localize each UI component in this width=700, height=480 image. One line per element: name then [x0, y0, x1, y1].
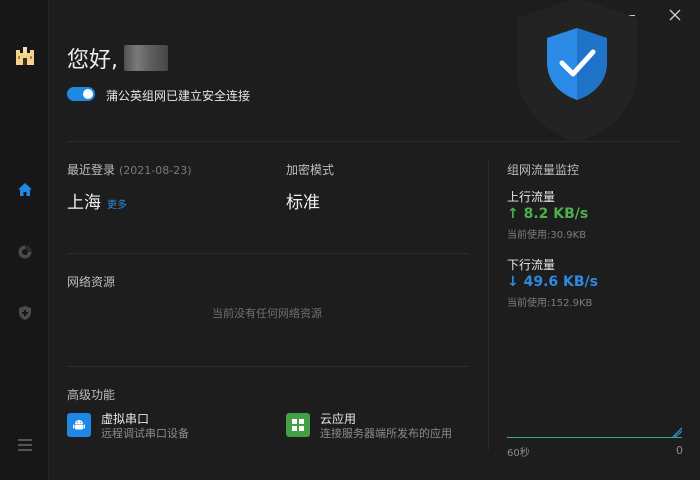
- login-location: 上海 更多: [67, 188, 127, 213]
- main-panel: 您好, 蒲公英组网已建立安全连接 最近登录 (2021-08-23) 上海 更多 加…: [49, 0, 700, 480]
- feature-cloud-app[interactable]: 云应用 连接服务器端所发布的应用: [286, 412, 452, 442]
- sidebar-item-network[interactable]: [0, 237, 49, 267]
- more-link[interactable]: 更多: [107, 200, 127, 211]
- toggle-knob: [83, 89, 93, 99]
- upload-rate-value: 8.2 KB/s: [523, 206, 589, 222]
- graph-axis-left-label: 60秒: [507, 448, 530, 459]
- upload-usage: 当前使用:30.9KB: [507, 230, 587, 241]
- blurred-username: [124, 45, 168, 71]
- feature-desc: 连接服务器端所发布的应用: [320, 427, 452, 440]
- recent-login-date: (2021-08-23): [119, 164, 192, 177]
- sidebar-item-security[interactable]: [0, 298, 49, 328]
- download-rate-value: 49.6 KB/s: [523, 274, 598, 290]
- menu-icon: [17, 439, 32, 451]
- download-label: 下行流量: [507, 258, 556, 272]
- shield-plus-icon: [18, 306, 31, 320]
- greeting-text: 您好,: [67, 48, 118, 73]
- grid-apps-icon: [286, 413, 310, 437]
- android-icon: [67, 413, 91, 437]
- login-location-text: 上海: [67, 193, 101, 213]
- app-window: 您好, 蒲公英组网已建立安全连接 最近登录 (2021-08-23) 上海 更多 加…: [0, 0, 700, 480]
- download-usage: 当前使用:152.9KB: [507, 298, 593, 309]
- traffic-graph: [507, 427, 682, 438]
- encryption-value: 标准: [286, 193, 320, 213]
- sidebar-item-home[interactable]: [0, 175, 49, 205]
- feature-title: 虚拟串口: [101, 412, 150, 426]
- graph-axis-right-label: 0: [676, 444, 683, 457]
- divider: [67, 253, 469, 254]
- feature-title: 云应用: [320, 412, 357, 426]
- traffic-monitor-title: 组网流量监控: [507, 163, 580, 177]
- feature-desc: 远程调试串口设备: [101, 427, 189, 440]
- castle-logo-icon[interactable]: [0, 41, 49, 71]
- divider-vertical: [488, 160, 489, 450]
- download-rate: ↓ 49.6 KB/s: [507, 274, 598, 290]
- upload-rate: ↑ 8.2 KB/s: [507, 206, 588, 222]
- recent-login-label: 最近登录 (2021-08-23): [67, 161, 192, 178]
- network-resources-label: 网络资源: [67, 275, 116, 289]
- up-arrow-icon: ↑: [507, 206, 519, 222]
- greeting: 您好,: [67, 42, 168, 74]
- divider: [67, 141, 682, 142]
- divider: [67, 366, 469, 367]
- sidebar: [0, 0, 49, 480]
- upload-label: 上行流量: [507, 190, 556, 204]
- connection-status-text: 蒲公英组网已建立安全连接: [106, 89, 251, 103]
- down-arrow-icon: ↓: [507, 274, 519, 290]
- security-shield-icon: [517, 0, 637, 142]
- feature-virtual-serial[interactable]: 虚拟串口 远程调试串口设备: [67, 412, 189, 442]
- home-icon: [17, 183, 32, 196]
- advanced-features-label: 高级功能: [67, 388, 116, 402]
- sidebar-item-menu[interactable]: [0, 430, 49, 460]
- recent-login-title: 最近登录: [67, 163, 116, 177]
- network-ring-icon: [18, 245, 31, 259]
- connection-toggle[interactable]: [67, 87, 95, 101]
- encryption-label: 加密模式: [286, 163, 335, 177]
- empty-resources-text: 当前没有任何网络资源: [212, 307, 322, 320]
